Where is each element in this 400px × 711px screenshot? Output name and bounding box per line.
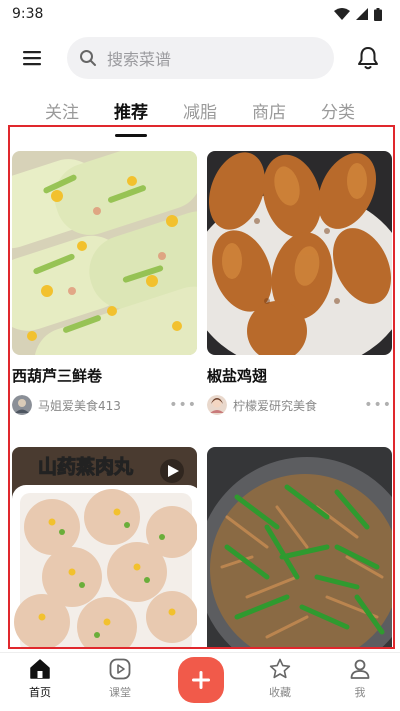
search-icon [80, 50, 96, 66]
status-bar: 9:38 [0, 0, 400, 28]
green-pepper-pork-photo [207, 447, 392, 647]
recipe-meta: 柠檬爱研究美食 ••• [207, 395, 392, 415]
notification-button[interactable] [355, 45, 381, 71]
nav-home-label: 首页 [29, 686, 51, 699]
recipe-image[interactable] [207, 151, 392, 355]
author-name[interactable]: 马姐爱美食413 [38, 397, 169, 414]
author-avatar[interactable] [207, 395, 227, 415]
signal-icon [356, 8, 368, 20]
recipe-title[interactable]: 椒盐鸡翅 [207, 365, 392, 385]
menu-icon [23, 51, 41, 66]
nav-profile-label: 我 [354, 686, 366, 699]
play-icon [109, 658, 131, 680]
battery-icon [374, 7, 382, 21]
person-icon [350, 659, 370, 679]
tab-category[interactable]: 分类 [321, 98, 355, 123]
recipe-card[interactable]: 西葫芦三鲜卷 马姐爱美食413 ••• [12, 151, 197, 415]
search-input[interactable]: 搜索菜谱 [67, 37, 334, 79]
nav-favorites-label: 收藏 [269, 686, 291, 699]
tab-shop[interactable]: 商店 [252, 98, 286, 123]
tab-recommend[interactable]: 推荐 [114, 98, 148, 123]
fried-chicken-wings-photo [207, 151, 392, 355]
recipe-card[interactable]: 椒盐鸡翅 柠檬爱研究美食 ••• [207, 151, 392, 415]
nav-profile[interactable]: 我 [330, 657, 390, 700]
tab-diet[interactable]: 减脂 [183, 98, 217, 123]
zucchini-rolls-photo [12, 151, 197, 355]
recipe-image[interactable] [12, 151, 197, 355]
author-avatar[interactable] [12, 395, 32, 415]
recipe-card[interactable]: 山药蒸肉丸 [12, 447, 197, 647]
status-icons [334, 7, 382, 21]
nav-classroom[interactable]: 课堂 [90, 657, 150, 700]
nav-home[interactable]: 首页 [10, 657, 70, 700]
nav-favorites[interactable]: 收藏 [250, 657, 310, 700]
wifi-icon [334, 8, 350, 20]
plus-icon [192, 671, 210, 689]
nav-classroom-label: 课堂 [109, 686, 131, 699]
recipe-feed[interactable]: 西葫芦三鲜卷 马姐爱美食413 ••• 椒盐鸡翅 柠檬爱研究美食 ••• 山药蒸… [8, 125, 395, 649]
star-icon [269, 658, 291, 679]
bell-icon [358, 47, 378, 70]
search-placeholder: 搜索菜谱 [107, 50, 172, 69]
recipe-meta: 马姐爱美食413 ••• [12, 395, 197, 415]
tab-follow[interactable]: 关注 [45, 98, 79, 123]
more-options-icon[interactable]: ••• [364, 397, 392, 413]
recipe-image[interactable]: 山药蒸肉丸 [12, 447, 197, 647]
status-time: 9:38 [12, 6, 44, 22]
top-bar: 搜索菜谱 [0, 36, 400, 80]
add-recipe-button[interactable] [178, 657, 224, 703]
recipe-image[interactable] [207, 447, 392, 647]
bottom-navigation: 首页 课堂 收藏 我 [0, 652, 400, 711]
yam-meatballs-photo: 山药蒸肉丸 [12, 447, 197, 647]
recipe-card[interactable] [207, 447, 392, 647]
recipe-title[interactable]: 西葫芦三鲜卷 [12, 365, 197, 385]
menu-button[interactable] [20, 46, 46, 70]
more-options-icon[interactable]: ••• [169, 397, 197, 413]
image-caption-text: 山药蒸肉丸 [38, 455, 134, 478]
home-icon [30, 659, 50, 679]
author-name[interactable]: 柠檬爱研究美食 [233, 397, 364, 414]
